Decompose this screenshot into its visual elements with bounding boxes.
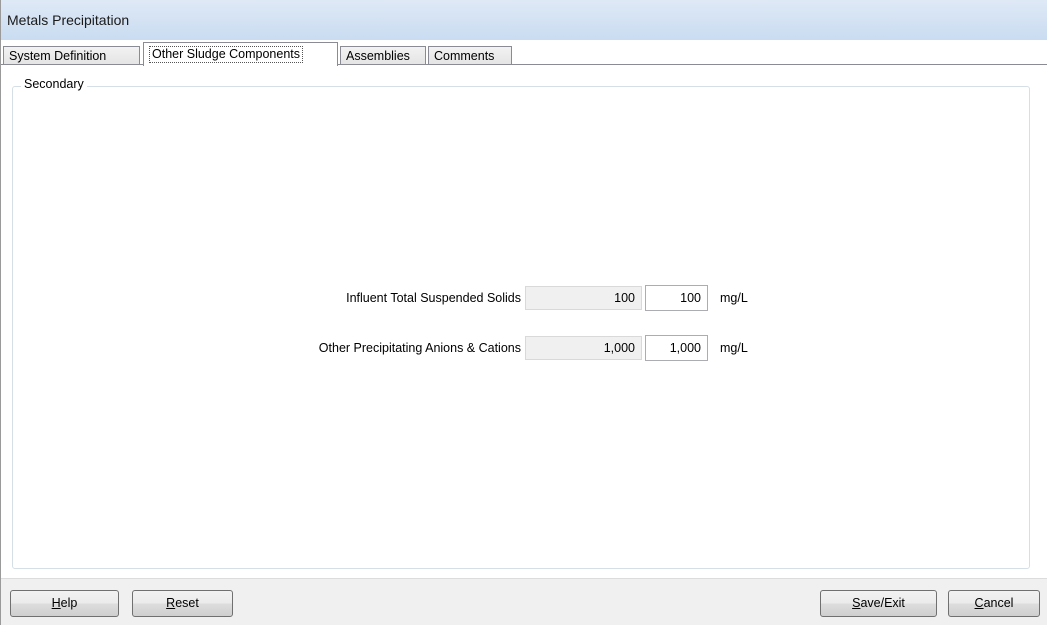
button-bar: Help Reset Save/Exit Cancel <box>1 578 1047 625</box>
title-bar: Metals Precipitation <box>1 0 1047 40</box>
other-anions-cations-default: 1,000 <box>525 336 642 360</box>
secondary-groupbox <box>12 86 1030 569</box>
reset-mnemonic: R <box>166 596 176 610</box>
cancel-button[interactable]: Cancel <box>948 590 1040 617</box>
other-anions-cations-label: Other Precipitating Anions & Cations <box>318 341 521 355</box>
groupbox-label: Secondary <box>21 77 87 91</box>
metals-precipitation-window: Metals Precipitation System Definition O… <box>0 0 1047 625</box>
influent-tss-input[interactable] <box>645 285 708 311</box>
window-title: Metals Precipitation <box>7 12 130 28</box>
tab-other-sludge-components[interactable]: Other Sludge Components <box>143 42 338 66</box>
tab-label: Assemblies <box>346 49 410 63</box>
influent-tss-unit: mg/L <box>720 291 748 305</box>
reset-label: eset <box>175 596 199 610</box>
tab-panel: Secondary Influent Total Suspended Solid… <box>1 64 1047 578</box>
save-label: ave/Exit <box>860 596 905 610</box>
influent-tss-default: 100 <box>525 286 642 310</box>
tab-label: Other Sludge Components <box>149 46 304 63</box>
influent-tss-label: Influent Total Suspended Solids <box>346 291 521 305</box>
tab-strip: System Definition Other Sludge Component… <box>1 40 1047 66</box>
cancel-mnemonic: C <box>974 596 984 610</box>
other-anions-cations-unit: mg/L <box>720 341 748 355</box>
help-button[interactable]: Help <box>10 590 119 617</box>
cancel-label: ancel <box>983 596 1014 610</box>
tab-label: System Definition <box>9 49 107 63</box>
save-exit-button[interactable]: Save/Exit <box>820 590 937 617</box>
help-mnemonic: H <box>51 596 61 610</box>
tab-assemblies[interactable]: Assemblies <box>340 46 426 66</box>
help-label: elp <box>60 596 78 610</box>
reset-button[interactable]: Reset <box>132 590 233 617</box>
tab-comments[interactable]: Comments <box>428 46 512 66</box>
tab-system-definition[interactable]: System Definition <box>3 46 140 66</box>
other-anions-cations-input[interactable] <box>645 335 708 361</box>
tab-label: Comments <box>434 49 495 63</box>
